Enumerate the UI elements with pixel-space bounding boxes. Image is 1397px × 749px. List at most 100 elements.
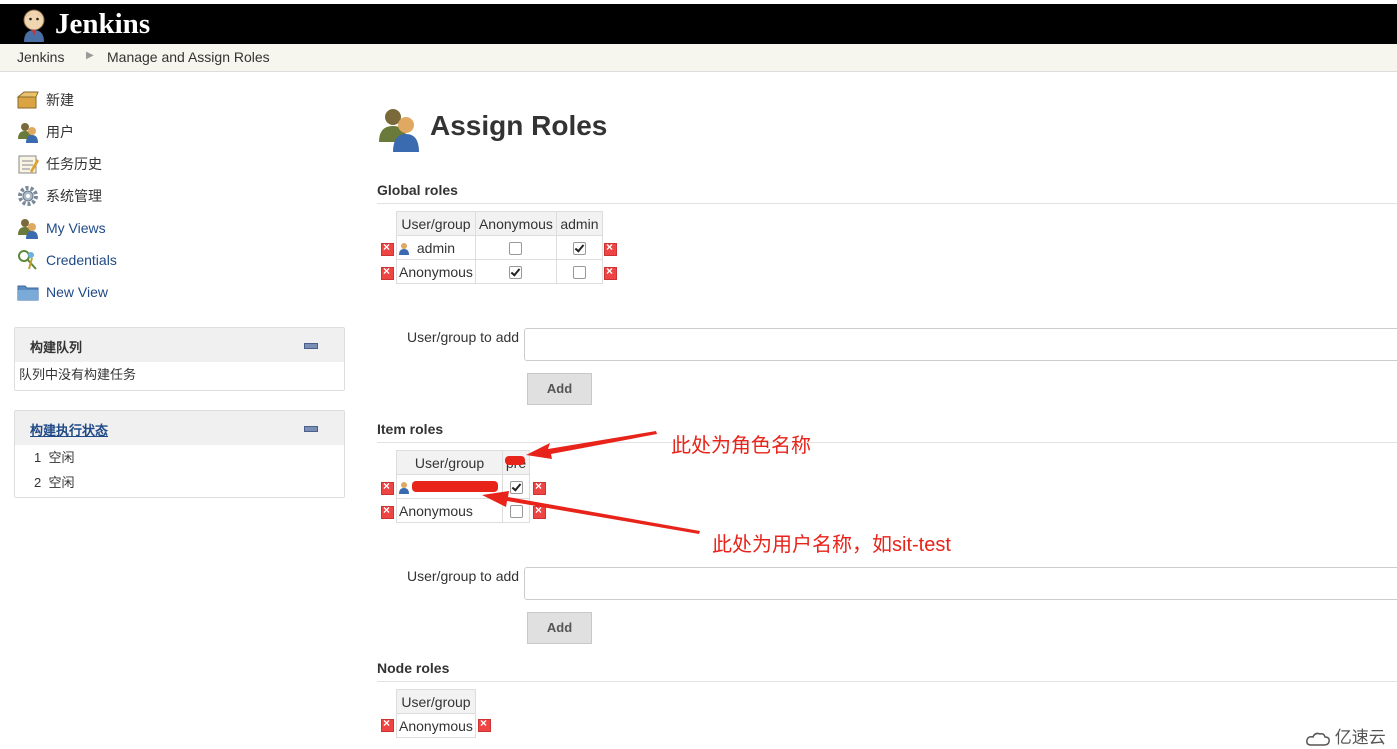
build-queue-pane: 构建队列 队列中没有构建任务 [14, 327, 345, 391]
keys-icon [18, 250, 37, 270]
role-checkbox-cell[interactable] [555, 235, 603, 260]
delete-row-icon[interactable] [604, 264, 617, 280]
sidebar-item-label: 新建 [46, 92, 74, 108]
watermark-text: 亿速云 [1334, 728, 1386, 747]
sidebar-item-label: 任务历史 [46, 156, 102, 172]
sidebar-item-credentials[interactable]: Credentials [16, 248, 117, 272]
role-checkbox[interactable] [509, 481, 523, 495]
sidebar-item-label: New View [46, 284, 108, 300]
user-icon [399, 242, 409, 255]
redaction-mark [412, 481, 498, 492]
delete-row-icon[interactable] [533, 479, 546, 495]
role-checkbox[interactable] [572, 242, 586, 256]
history-icon [18, 155, 39, 174]
column-header: User/group [396, 450, 503, 475]
table-row: Anonymous [396, 498, 530, 523]
delete-row-icon[interactable] [381, 240, 394, 256]
arrow-to-role-name [526, 431, 657, 459]
jenkins-logo-icon[interactable] [16, 6, 52, 42]
breadcrumb-jenkins[interactable]: Jenkins [17, 49, 64, 65]
build-queue-header: 构建队列 [15, 328, 344, 362]
delete-row-icon[interactable] [533, 503, 546, 519]
users-icon [18, 123, 38, 143]
delete-row-icon[interactable] [604, 240, 617, 256]
table-row: admin [396, 235, 603, 260]
add-user-label: User/group to add [407, 329, 520, 345]
executor-row: 1 空闲 [15, 445, 344, 470]
user-cell: Anonymous [396, 498, 503, 523]
collapse-icon[interactable] [304, 343, 318, 349]
cloud-logo-icon [1306, 732, 1330, 746]
breadcrumb-manage-assign-roles[interactable]: Manage and Assign Roles [107, 49, 270, 65]
delete-row-icon[interactable] [381, 716, 394, 732]
role-name-annotation: 此处为角色名称 [671, 435, 811, 457]
sidebar-item-manage[interactable]: 系统管理 [16, 184, 102, 208]
table-row: Anonymous [396, 713, 476, 738]
collapse-icon[interactable] [304, 426, 318, 432]
delete-row-icon[interactable] [381, 479, 394, 495]
user-cell: Anonymous [396, 713, 476, 738]
executors-title[interactable]: 构建执行状态 [30, 420, 108, 439]
user-name-annotation: 此处为用户名称，如sit-test [712, 534, 951, 556]
watermark: 亿速云 [1306, 723, 1386, 748]
role-checkbox[interactable] [572, 266, 586, 280]
role-checkbox-cell[interactable] [474, 259, 557, 284]
redaction-mark [505, 456, 525, 465]
add-user-label: User/group to add [407, 568, 520, 584]
sidebar-item-history[interactable]: 任务历史 [16, 152, 102, 176]
role-checkbox[interactable] [509, 242, 523, 256]
user-icon [399, 481, 409, 494]
add-user-input[interactable] [524, 567, 1397, 600]
breadcrumb-separator-icon: ▶ [86, 50, 94, 61]
build-queue-title: 构建队列 [30, 340, 83, 355]
gear-icon [18, 186, 38, 206]
role-checkbox[interactable] [509, 505, 523, 519]
column-header: User/group [396, 689, 476, 714]
role-checkbox-cell[interactable] [474, 235, 557, 260]
column-header: User/group [396, 211, 476, 236]
sidebar-item-label: My Views [46, 220, 106, 236]
build-queue-empty: 队列中没有构建任务 [19, 367, 137, 382]
executor-status: 空闲 [48, 450, 75, 465]
sidebar-item-users[interactable]: 用户 [16, 120, 74, 144]
assign-roles-icon [379, 109, 419, 152]
section-divider [377, 442, 1397, 443]
role-checkbox-cell[interactable] [555, 259, 603, 284]
user-name: Anonymous [399, 263, 473, 280]
node-roles-heading: Node roles [377, 660, 450, 676]
role-checkbox-cell[interactable] [502, 498, 530, 523]
jenkins-logo-text[interactable]: Jenkins [55, 4, 150, 44]
add-user-input[interactable] [524, 328, 1397, 361]
global-roles-heading: Global roles [377, 182, 458, 198]
delete-row-icon[interactable] [381, 264, 394, 280]
executors-header: 构建执行状态 [15, 411, 344, 445]
table-header-row: User/group [396, 689, 476, 714]
add-button[interactable]: Add [527, 373, 592, 405]
global-roles-table: User/group Anonymous admin admin Anonymo… [396, 211, 603, 284]
user-name: admin [416, 239, 456, 256]
role-checkbox[interactable] [509, 266, 523, 280]
delete-row-icon[interactable] [478, 716, 491, 732]
page-title: Assign Roles [430, 110, 608, 141]
sidebar-item-new-view[interactable]: New View [16, 280, 108, 304]
executor-number: 2 [34, 475, 42, 490]
executors-pane: 构建执行状态 1 空闲 2 空闲 [14, 410, 345, 498]
new-item-icon [16, 91, 39, 109]
sidebar-item-new[interactable]: 新建 [16, 88, 74, 112]
table-row: Anonymous [396, 259, 603, 284]
user-name: Anonymous [399, 717, 473, 734]
sidebar-item-label: 系统管理 [46, 188, 102, 204]
user-cell: Anonymous [396, 259, 476, 284]
executor-status: 空闲 [48, 475, 75, 490]
item-roles-heading: Item roles [377, 421, 444, 437]
role-checkbox-cell[interactable] [502, 474, 530, 499]
folder-icon [17, 285, 39, 301]
sidebar-item-my-views[interactable]: My Views [16, 216, 106, 240]
column-header: admin [555, 211, 603, 236]
table-header-row: User/group Anonymous admin [396, 211, 603, 236]
delete-row-icon[interactable] [381, 503, 394, 519]
node-roles-table: User/group Anonymous [396, 689, 476, 738]
add-button[interactable]: Add [527, 612, 592, 644]
breadcrumb: Jenkins ▶ Manage and Assign Roles [0, 44, 1397, 72]
user-name: Anonymous [399, 502, 473, 519]
